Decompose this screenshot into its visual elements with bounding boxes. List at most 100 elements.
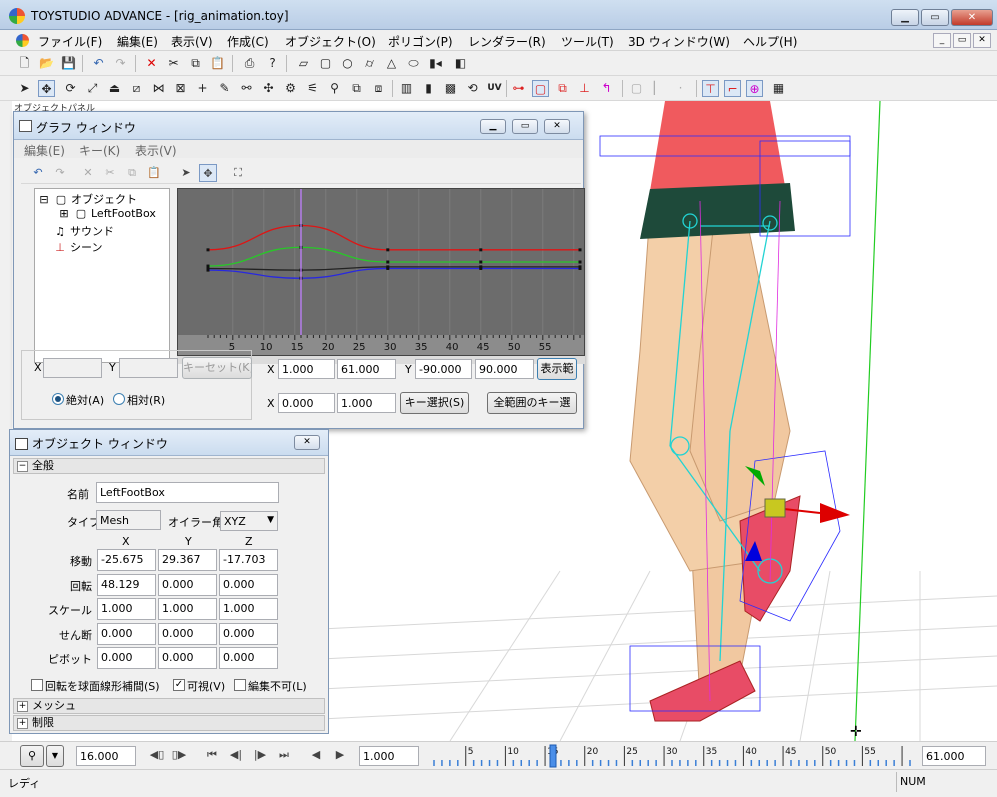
lock-x-icon[interactable]: ⊤ [702, 80, 719, 97]
maximize-button[interactable]: ▭ [921, 9, 949, 26]
keyframe-point[interactable] [386, 248, 390, 252]
graph-redo-icon[interactable]: ↷ [51, 164, 69, 182]
prev-key-icon[interactable]: ◀▯ [148, 746, 166, 764]
slerp-checkbox[interactable] [31, 679, 43, 691]
lock-y-icon[interactable]: ⌐ [724, 80, 741, 97]
graph-menu-key[interactable]: キー(K) [79, 142, 120, 159]
keyframe-point[interactable] [206, 266, 210, 270]
menu-tools[interactable]: ツール(T) [561, 33, 614, 50]
graph-delete-icon[interactable]: ✕ [79, 164, 97, 182]
open-folder-icon[interactable]: 📂 [38, 55, 55, 72]
next-frame-icon[interactable]: |▶ [251, 746, 269, 764]
menu-help[interactable]: ヘルプ(H) [743, 33, 797, 50]
translate-z-field[interactable]: -17.703 [219, 549, 278, 571]
menu-polygon[interactable]: ポリゴン(P) [388, 33, 453, 50]
rotate-x-field[interactable]: 48.129 [97, 573, 156, 596]
translate-y-field[interactable]: 29.367 [158, 549, 217, 571]
gradient-icon[interactable]: ▥ [398, 80, 415, 97]
tree-item-object[interactable]: ⊟ ▢ オブジェクト [37, 191, 137, 207]
scale-x-field[interactable]: 1.000 [97, 598, 156, 620]
view-x-min-field[interactable]: 1.000 [278, 359, 335, 379]
minimize-button[interactable]: ▁ [891, 9, 919, 26]
euler-select[interactable]: XYZ ▼ [220, 511, 278, 531]
torus-icon[interactable]: ⬭ [405, 55, 422, 72]
mdi-close-button[interactable]: ✕ [973, 33, 991, 48]
graph-menu-edit[interactable]: 編集(E) [24, 142, 65, 159]
graph-copy-icon[interactable]: ⧉ [123, 164, 141, 182]
keyframe-point[interactable] [578, 265, 582, 269]
cone-icon[interactable]: △ [383, 55, 400, 72]
new-file-icon[interactable]: 🗋 [16, 55, 33, 72]
graph-maximize-button[interactable]: ▭ [512, 119, 538, 134]
section-mesh[interactable]: メッシュ [13, 698, 325, 714]
key-range-x-max-field[interactable]: 1.000 [337, 393, 396, 413]
cylinder-icon[interactable]: ⌭ [361, 55, 378, 72]
absolute-radio[interactable] [52, 393, 64, 405]
texture-icon[interactable]: ▩ [442, 80, 459, 97]
timeline-playhead[interactable] [549, 744, 557, 768]
box-icon[interactable]: ▢ [317, 55, 334, 72]
rotate-tool-icon[interactable]: ⟳ [62, 80, 79, 97]
paint-brush-icon[interactable]: ✎ [216, 80, 233, 97]
joint-tool-icon[interactable]: ⚯ [238, 80, 255, 97]
delete-icon[interactable]: ✕ [143, 55, 160, 72]
key-mode-dropdown[interactable]: ▼ [46, 745, 64, 767]
keyframe-point[interactable] [386, 260, 390, 264]
copy-icon[interactable]: ⧉ [187, 55, 204, 72]
plane-icon[interactable]: ▱ [295, 55, 312, 72]
select-arrow-icon[interactable]: ➤ [16, 80, 33, 97]
timeline-ruler[interactable]: 510152025303540455055 [428, 744, 916, 768]
view-y-min-field[interactable]: -90.000 [415, 359, 472, 379]
select-all-keys-button[interactable]: 全範囲のキー選 [487, 392, 577, 414]
graph-fit-icon[interactable]: ⛶ [229, 164, 247, 182]
graph-paste-icon[interactable]: 📋 [145, 164, 163, 182]
key-lock-icon[interactable]: ⚲ [20, 745, 44, 767]
axis-mode-icon[interactable]: ⊥ [576, 80, 593, 97]
bone-rotate-icon[interactable]: ⚙ [282, 80, 299, 97]
menu-object[interactable]: オブジェクト(O) [285, 33, 376, 50]
tree-item-leftfootbox[interactable]: ⊞ ▢ LeftFootBox [57, 207, 155, 223]
light-icon[interactable]: ◧ [452, 55, 469, 72]
sphere-icon[interactable]: ○ [339, 55, 356, 72]
mdi-restore-button[interactable]: ▭ [953, 33, 971, 48]
move-tool-icon[interactable]: ✥ [38, 80, 55, 97]
tree-item-scene[interactable]: ⊥ シーン [53, 239, 102, 255]
add-vertex-icon[interactable]: + [194, 80, 211, 97]
object-mode-icon[interactable]: ▢ [532, 80, 549, 97]
view-y-max-field[interactable]: 90.000 [475, 359, 534, 379]
mdi-minimize-button[interactable]: _ [933, 33, 951, 48]
collapse-toggle-icon[interactable]: ⊟ [37, 193, 51, 206]
graph-minimize-button[interactable]: ▁ [480, 119, 506, 134]
menu-create[interactable]: 作成(C) [227, 33, 269, 50]
bevel-tool-icon[interactable]: ⧄ [128, 80, 145, 97]
material-icon[interactable]: ▮ [420, 80, 437, 97]
scale-z-field[interactable]: 1.000 [219, 598, 278, 620]
save-icon[interactable]: 💾 [60, 55, 77, 72]
prev-frame-icon[interactable]: ◀| [227, 746, 245, 764]
refresh-icon[interactable]: ⟲ [464, 80, 481, 97]
graph-move-icon[interactable]: ✥ [199, 164, 217, 182]
morph-tool-icon[interactable]: ⧈ [370, 80, 387, 97]
key-y-field[interactable] [119, 358, 178, 378]
ik-tool-icon[interactable]: ⚟ [304, 80, 321, 97]
group-tool-icon[interactable]: ⧉ [348, 80, 365, 97]
shear-y-field[interactable]: 0.000 [158, 622, 217, 645]
polygon-mode-icon[interactable]: ⧉ [554, 80, 571, 97]
print-icon[interactable]: ⎙ [241, 55, 258, 72]
current-frame-field[interactable]: 16.000 [76, 746, 136, 766]
section-limit[interactable]: 制限 [13, 715, 325, 731]
object-window-close-button[interactable]: ✕ [294, 435, 320, 450]
graph-cut-icon[interactable]: ✂ [101, 164, 119, 182]
keyframe-point[interactable] [206, 248, 210, 252]
end-frame-field[interactable]: 61.000 [922, 746, 986, 766]
frame-step-field[interactable]: 1.000 [359, 746, 419, 766]
key-x-field[interactable] [43, 358, 102, 378]
snap-grid-icon[interactable]: ▢ [628, 80, 645, 97]
name-field[interactable]: LeftFootBox [96, 482, 279, 503]
last-frame-icon[interactable]: ⏭ [275, 746, 293, 764]
keyframe-point[interactable] [479, 248, 483, 252]
tree-item-sound[interactable]: ♫ サウンド [53, 223, 114, 239]
rotate-y-field[interactable]: 0.000 [158, 573, 217, 596]
menu-edit[interactable]: 編集(E) [117, 33, 158, 50]
pivot-mode-icon[interactable]: ↰ [598, 80, 615, 97]
